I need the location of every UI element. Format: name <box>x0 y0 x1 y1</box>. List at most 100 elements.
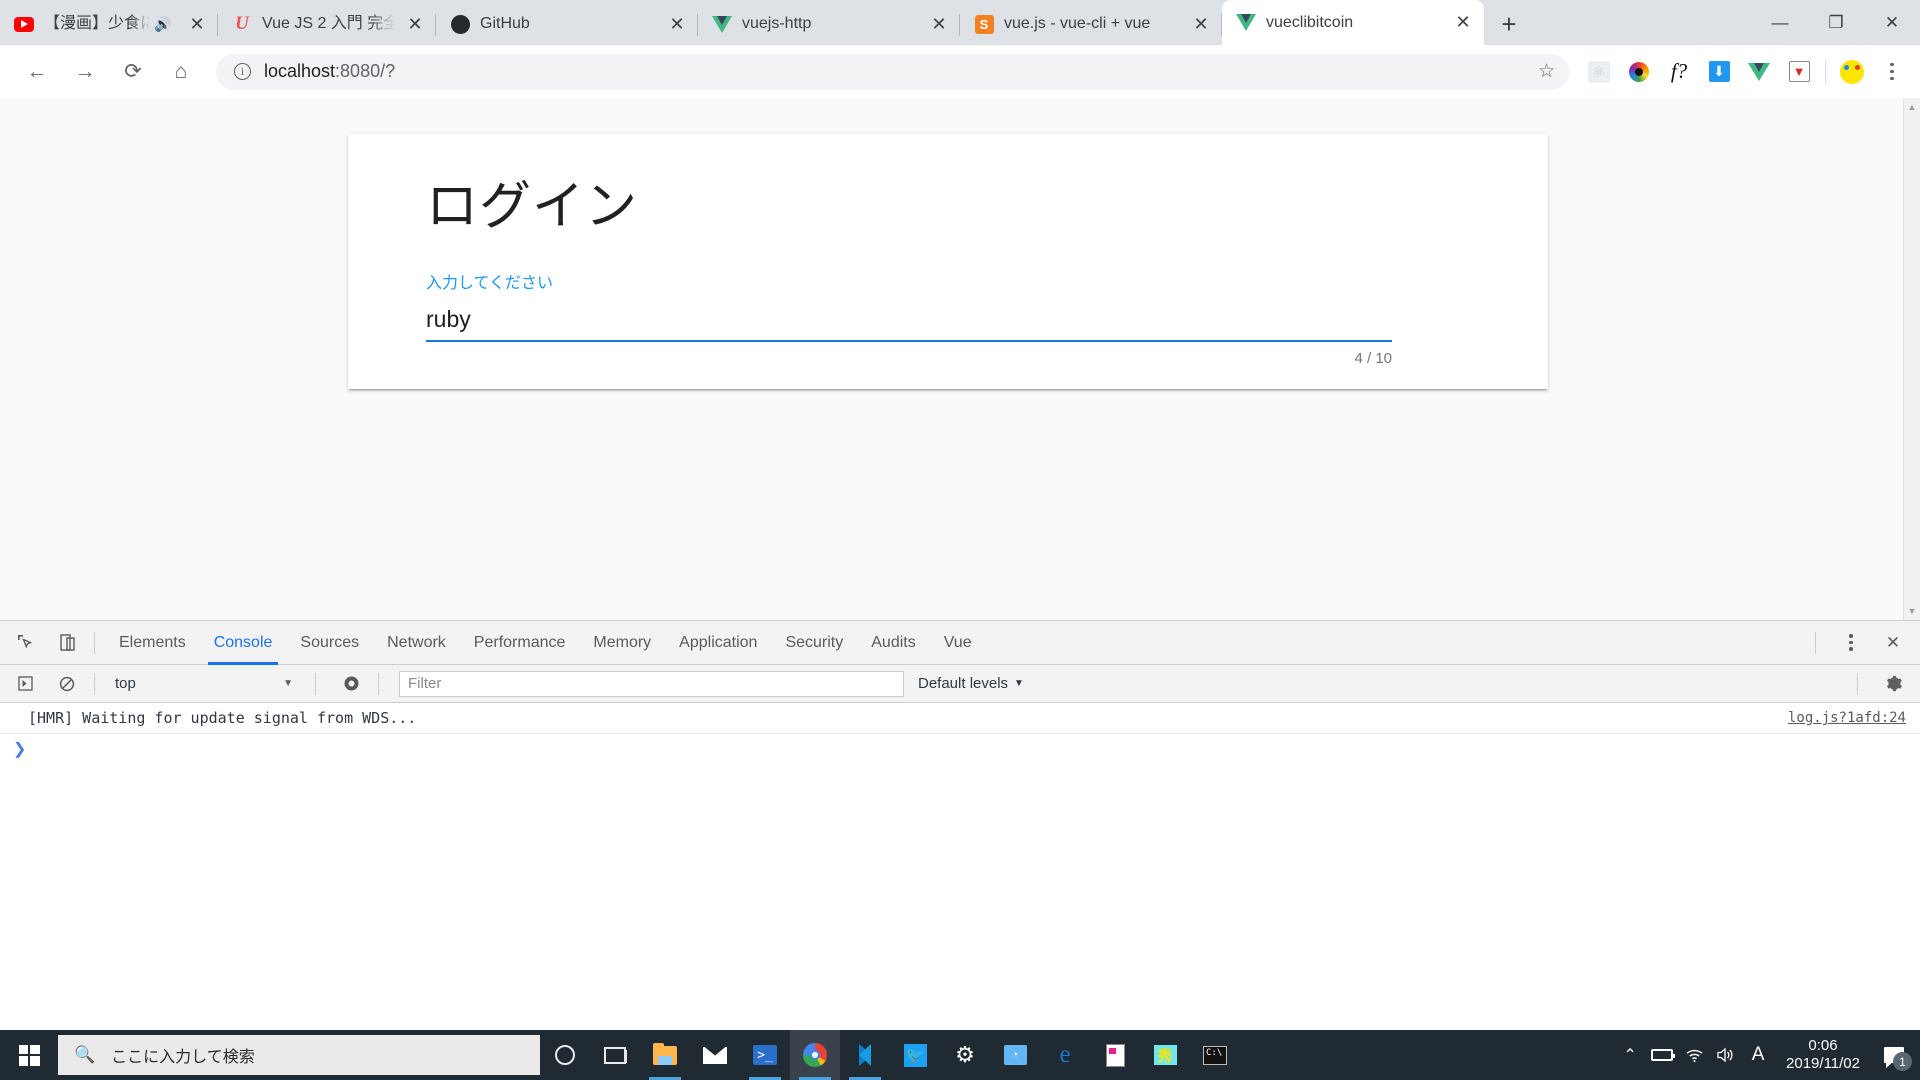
browser-tab-active[interactable]: vueclibitcoin ✕ <box>1222 0 1484 45</box>
stackoverflow-icon: S <box>974 14 994 34</box>
scroll-down-arrow-icon[interactable]: ▼ <box>1908 602 1917 620</box>
back-button[interactable]: ← <box>18 53 56 91</box>
home-button[interactable]: ⌂ <box>162 53 200 91</box>
cortana-icon[interactable] <box>540 1030 590 1080</box>
ime-mode-indicator[interactable]: A <box>1742 1030 1774 1080</box>
tab-close-icon[interactable]: ✕ <box>1448 8 1478 38</box>
chrome-menu-icon[interactable] <box>1875 55 1909 89</box>
new-tab-button[interactable]: + <box>1490 5 1528 43</box>
edge-icon[interactable]: e <box>1040 1030 1090 1080</box>
tab-close-icon[interactable]: ✕ <box>182 9 212 39</box>
devtools-tab-console[interactable]: Console <box>200 621 287 665</box>
mail-icon[interactable] <box>690 1030 740 1080</box>
devtools-tab-network[interactable]: Network <box>373 621 460 665</box>
vue-devtools-icon[interactable] <box>1742 55 1776 89</box>
devtools-tab-sources[interactable]: Sources <box>286 621 373 665</box>
notification-count-badge: 1 <box>1893 1052 1912 1071</box>
tab-close-icon[interactable]: ✕ <box>400 9 430 39</box>
devtools-tab-audits[interactable]: Audits <box>857 621 929 665</box>
live-expression-eye-icon[interactable] <box>334 667 368 701</box>
browser-tab[interactable]: 【漫画】少食にあり 🔊 ✕ <box>0 3 218 45</box>
devtools-tab-memory[interactable]: Memory <box>579 621 665 665</box>
devtools-tab-security[interactable]: Security <box>771 621 857 665</box>
notification-center-button[interactable]: 1 <box>1872 1030 1916 1080</box>
settings-icon[interactable]: ⚙ <box>940 1030 990 1080</box>
tab-close-icon[interactable]: ✕ <box>924 9 954 39</box>
browser-tab[interactable]: S vue.js - vue-cli + vue ✕ <box>960 3 1222 45</box>
username-field-group: 入力してください ruby 4 / 10 <box>426 274 1392 367</box>
scroll-up-arrow-icon[interactable]: ▲ <box>1908 98 1917 116</box>
taskbar-search-placeholder: ここに入力して検索 <box>111 1049 255 1066</box>
browser-tab[interactable]: vuejs-http ✕ <box>698 3 960 45</box>
devtools-divider <box>1857 672 1858 695</box>
youtube-icon <box>14 14 34 34</box>
devtools-divider <box>1815 631 1816 654</box>
console-message-source-link[interactable]: log.js?1afd:24 <box>1788 710 1906 726</box>
toolbar-divider <box>1825 60 1826 83</box>
react-devtools-icon[interactable]: ⚛ <box>1582 55 1616 89</box>
devtools-tab-elements[interactable]: Elements <box>105 621 200 665</box>
page-viewport: ログイン 入力してください ruby 4 / 10 ▲ ▼ <box>0 98 1920 620</box>
twitter-icon[interactable]: 🐦 <box>890 1030 940 1080</box>
download-manager-icon[interactable]: ⬇ <box>1702 55 1736 89</box>
reload-button[interactable]: ⟳ <box>114 53 152 91</box>
devtools-tab-performance[interactable]: Performance <box>460 621 580 665</box>
notepad-icon[interactable] <box>1090 1030 1140 1080</box>
tab-close-icon[interactable]: ✕ <box>662 9 692 39</box>
adblock-icon[interactable]: ▼ <box>1782 55 1816 89</box>
window-close-button[interactable]: ✕ <box>1864 0 1920 45</box>
site-info-icon[interactable]: i <box>234 63 251 80</box>
device-toolbar-icon[interactable] <box>50 626 84 660</box>
taskbar-clock[interactable]: 0:06 2019/11/02 <box>1774 1037 1872 1073</box>
tab-title: vue.js - vue-cli + vue <box>1004 15 1151 32</box>
username-input[interactable]: ruby <box>426 304 1392 334</box>
browser-tab[interactable]: GitHub ✕ <box>436 3 698 45</box>
chrome-icon[interactable] <box>790 1030 840 1080</box>
vscode-icon[interactable] <box>840 1030 890 1080</box>
fonts-ninja-icon[interactable]: f? <box>1662 55 1696 89</box>
windows-taskbar: 🔍 ここに入力して検索 >_ 🐦 ⚙ ◔ e 秀 C:\ ⌃ A 0:06 20… <box>0 1030 1920 1080</box>
window-minimize-button[interactable]: — <box>1752 0 1808 45</box>
powerpoint-icon[interactable]: ◔ <box>990 1030 1040 1080</box>
console-settings-area <box>1847 667 1920 701</box>
tab-mute-icon[interactable]: 🔊 <box>154 16 176 33</box>
file-explorer-icon[interactable] <box>640 1030 690 1080</box>
tray-expand-chevron-icon[interactable]: ⌃ <box>1614 1030 1646 1080</box>
window-restore-button[interactable]: ❐ <box>1808 0 1864 45</box>
gear-icon[interactable] <box>1876 667 1910 701</box>
vue-icon <box>712 14 732 34</box>
address-bar[interactable]: i localhost:8080/? ☆ <box>216 53 1569 90</box>
forward-button[interactable]: → <box>66 53 104 91</box>
search-icon: 🔍 <box>74 1045 96 1064</box>
browser-tab[interactable]: U Vue JS 2 入門 完全パ ✕ <box>218 3 436 45</box>
battery-icon[interactable] <box>1646 1030 1678 1080</box>
devtools-tab-vue[interactable]: Vue <box>930 621 986 665</box>
smiley-extension-icon[interactable] <box>1835 55 1869 89</box>
powershell-icon[interactable]: >_ <box>740 1030 790 1080</box>
color-picker-icon[interactable] <box>1622 55 1656 89</box>
hidemaru-icon[interactable]: 秀 <box>1140 1030 1190 1080</box>
fonts-ninja-label: f? <box>1670 59 1688 83</box>
command-prompt-icon[interactable]: C:\ <box>1190 1030 1240 1080</box>
console-sidebar-toggle-icon[interactable] <box>8 667 42 701</box>
console-context-selector[interactable]: top ▼ <box>105 671 305 697</box>
wifi-icon[interactable] <box>1678 1030 1710 1080</box>
console-filter-input[interactable]: Filter <box>399 670 904 697</box>
tab-close-icon[interactable]: ✕ <box>1186 9 1216 39</box>
taskbar-search-input[interactable]: 🔍 ここに入力して検索 <box>58 1035 540 1075</box>
clear-console-icon[interactable] <box>50 667 84 701</box>
devtools-close-icon[interactable]: ✕ <box>1876 626 1910 660</box>
start-button[interactable] <box>0 1030 58 1080</box>
devtools-more-icon[interactable] <box>1834 626 1868 660</box>
bookmark-star-icon[interactable]: ☆ <box>1538 60 1555 83</box>
console-input-prompt[interactable]: ❯ <box>0 734 1920 764</box>
volume-icon[interactable] <box>1710 1030 1742 1080</box>
inspect-element-icon[interactable] <box>8 626 42 660</box>
tab-title: 【漫画】少食にあり <box>44 15 150 32</box>
task-view-icon[interactable] <box>590 1030 640 1080</box>
page-scrollbar[interactable]: ▲ ▼ <box>1903 98 1920 620</box>
taskbar-time: 0:06 <box>1808 1037 1838 1054</box>
devtools-tab-application[interactable]: Application <box>665 621 771 665</box>
console-output: [HMR] Waiting for update signal from WDS… <box>0 703 1920 764</box>
console-log-levels-dropdown[interactable]: Default levels ▼ <box>918 675 1024 692</box>
